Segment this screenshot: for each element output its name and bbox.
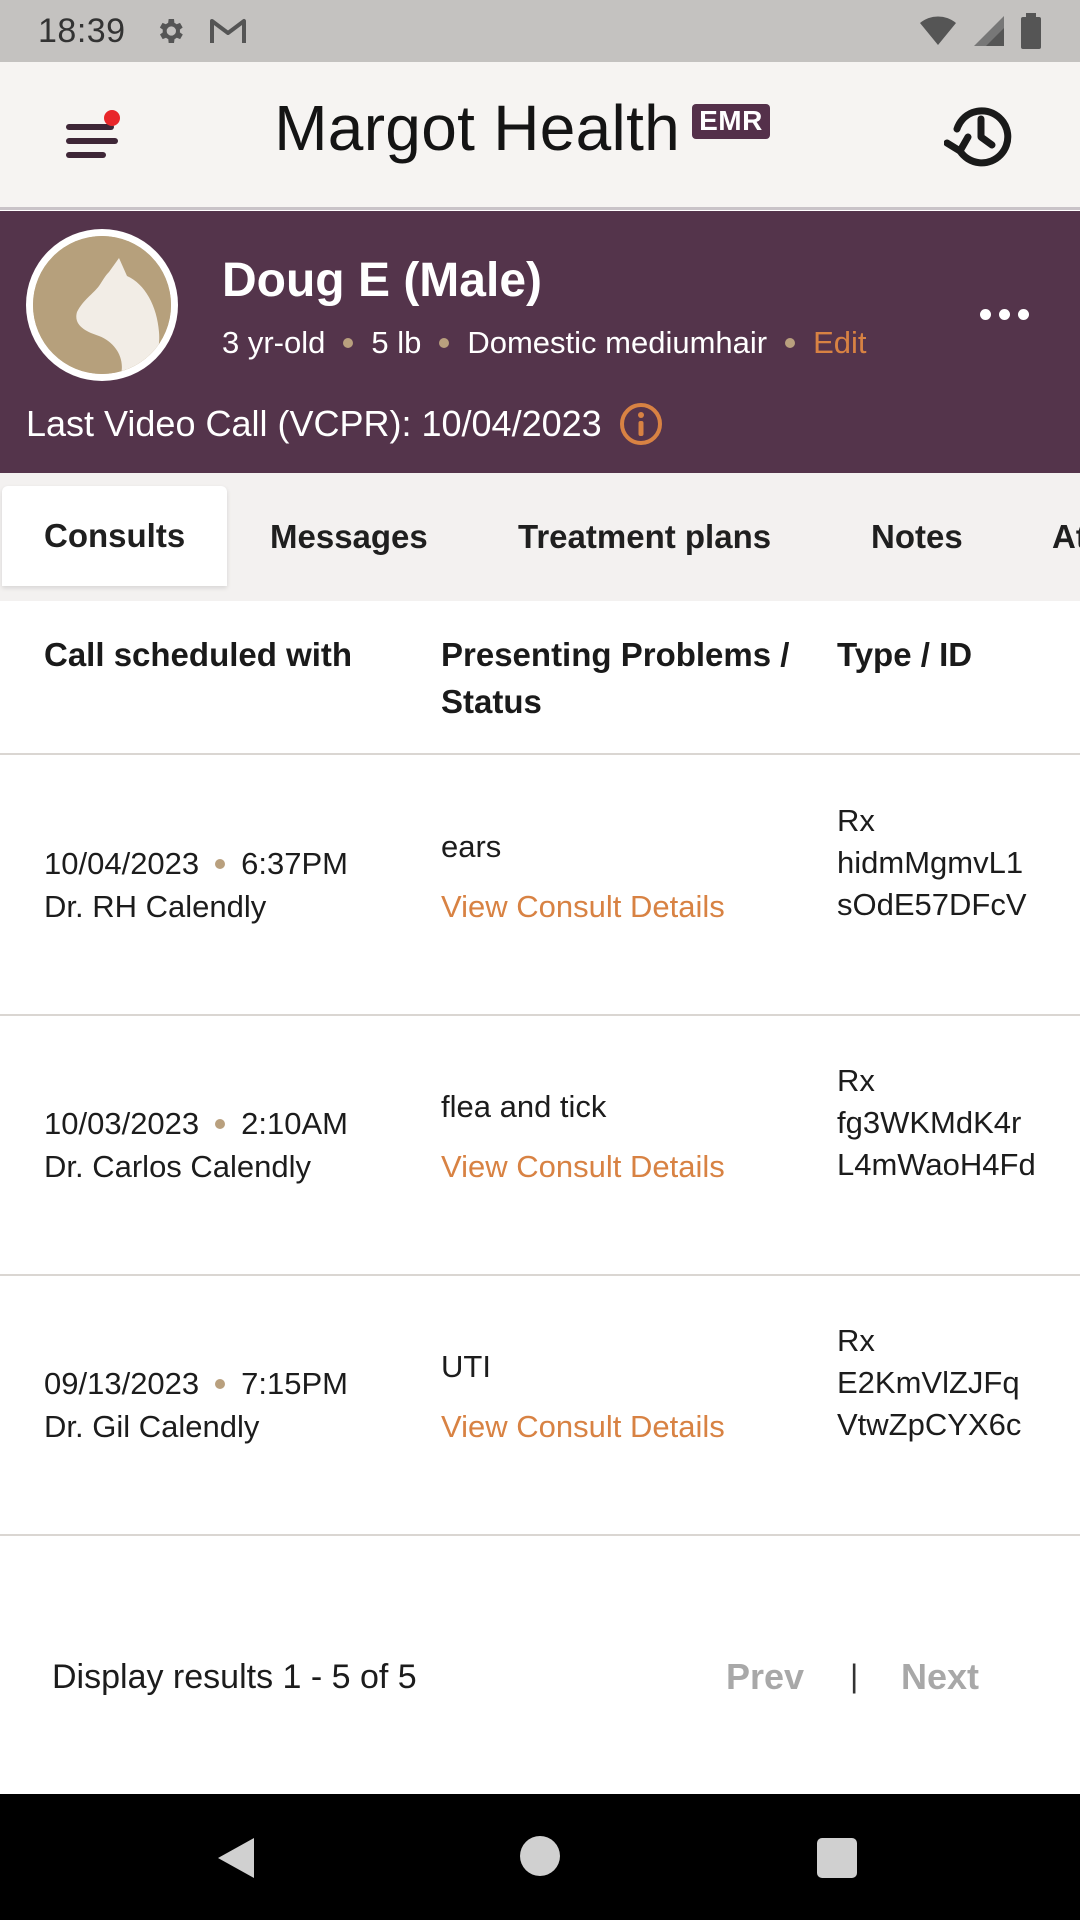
cell-type-id: Rx fg3WKMdK4rL4mWaoH4Fd: [837, 1060, 1037, 1186]
consult-doctor: Dr. RH Calendly: [44, 889, 267, 924]
consult-date: 09/13/2023: [44, 1366, 200, 1401]
consult-type: Rx: [837, 803, 875, 838]
pagination-separator: |: [850, 1658, 859, 1694]
prev-button[interactable]: Prev: [726, 1656, 804, 1698]
app-header: Margot Health EMR: [0, 62, 1080, 210]
cell-problem: flea and tick View Consult Details: [441, 1085, 725, 1188]
status-time: 18:39: [38, 11, 126, 50]
consult-id: E2KmVlZJFqVtwZpCYX6c: [837, 1365, 1022, 1442]
history-button[interactable]: [943, 99, 1018, 173]
consult-id: hidmMgmvL1sOdE57DFcV: [837, 845, 1027, 922]
signal-icon: [974, 16, 1004, 46]
separator-dot: [343, 338, 354, 348]
results-count: Display results 1 - 5 of 5: [52, 1658, 417, 1696]
more-icon: [980, 309, 991, 320]
gmail-icon: [209, 19, 246, 43]
table-header: Call scheduled with Presenting Problems …: [0, 601, 1080, 755]
home-icon[interactable]: [520, 1836, 560, 1876]
consult-doctor: Dr. Carlos Calendly: [44, 1149, 312, 1184]
cell-problem: UTI View Consult Details: [441, 1345, 725, 1448]
patient-breed: Domestic mediumhair: [467, 325, 768, 360]
view-consult-details-link[interactable]: View Consult Details: [441, 1145, 725, 1188]
cell-scheduled: 10/03/2023 2:10AM Dr. Carlos Calendly: [44, 1102, 348, 1188]
separator-dot: [215, 1378, 226, 1389]
tab-messages[interactable]: Messages: [270, 473, 428, 601]
cell-scheduled: 10/04/2023 6:37PM Dr. RH Calendly: [44, 842, 348, 928]
next-button[interactable]: Next: [901, 1656, 979, 1698]
brand: Margot Health EMR: [0, 92, 1080, 166]
tab-bar: Consults Messages Treatment plans Notes …: [0, 473, 1080, 601]
header-presenting-problems: Presenting Problems / Status: [441, 631, 789, 725]
consult-type: Rx: [837, 1063, 875, 1098]
view-consult-details-link[interactable]: View Consult Details: [441, 1405, 725, 1448]
separator-dot: [215, 1118, 226, 1129]
wifi-icon: [920, 16, 956, 45]
header-call-scheduled: Call scheduled with: [44, 636, 353, 673]
header-type-id: Type / ID: [837, 636, 973, 673]
avatar: [26, 229, 178, 381]
settings-icon: [159, 19, 183, 43]
consult-date: 10/03/2023: [44, 1106, 200, 1141]
cat-avatar-icon: [33, 236, 171, 374]
patient-weight: 5 lb: [371, 325, 422, 360]
recent-apps-icon[interactable]: [817, 1838, 857, 1878]
emr-badge: EMR: [692, 104, 770, 139]
consult-date: 10/04/2023: [44, 846, 200, 881]
info-icon[interactable]: [618, 401, 664, 447]
table-row: 09/13/2023 7:15PM Dr. Gil Calendly UTI V…: [0, 1276, 1080, 1536]
consult-type: Rx: [837, 1323, 875, 1358]
system-nav-bar: [0, 1794, 1080, 1920]
brand-name: Margot Health: [274, 92, 681, 164]
presenting-problem: flea and tick: [441, 1089, 607, 1124]
consult-time: 7:15PM: [241, 1366, 348, 1401]
consult-doctor: Dr. Gil Calendly: [44, 1409, 260, 1444]
presenting-problem: ears: [441, 829, 502, 864]
cell-type-id: Rx E2KmVlZJFqVtwZpCYX6c: [837, 1320, 1037, 1446]
separator-dot: [785, 338, 796, 348]
pagination: Display results 1 - 5 of 5 Prev | Next: [0, 1640, 1080, 1720]
battery-icon: [1021, 13, 1041, 49]
tab-treatment-plans[interactable]: Treatment plans: [518, 473, 771, 601]
history-icon: [943, 107, 1012, 167]
cell-problem: ears View Consult Details: [441, 825, 725, 928]
cell-scheduled: 09/13/2023 7:15PM Dr. Gil Calendly: [44, 1362, 348, 1448]
tab-consults[interactable]: Consults: [2, 486, 228, 586]
separator-dot: [215, 858, 226, 869]
back-icon[interactable]: [216, 1836, 256, 1880]
consult-time: 2:10AM: [241, 1106, 348, 1141]
presenting-problem: UTI: [441, 1349, 491, 1384]
table-row: 10/04/2023 6:37PM Dr. RH Calendly ears V…: [0, 756, 1080, 1016]
consult-time: 6:37PM: [241, 846, 348, 881]
header-problems-line2: Status: [441, 683, 542, 720]
tab-attachments[interactable]: At: [1052, 473, 1080, 601]
separator-dot: [439, 338, 450, 348]
cell-type-id: Rx hidmMgmvL1sOdE57DFcV: [837, 800, 1037, 926]
last-video-call: Last Video Call (VCPR): 10/04/2023: [26, 401, 664, 447]
more-options-button[interactable]: [980, 309, 1029, 320]
last-call-label: Last Video Call (VCPR): 10/04/2023: [26, 403, 602, 444]
view-consult-details-link[interactable]: View Consult Details: [441, 885, 725, 928]
consult-id: fg3WKMdK4rL4mWaoH4Fd: [837, 1105, 1036, 1182]
patient-name: Doug E (Male): [222, 254, 542, 307]
header-problems-line1: Presenting Problems /: [441, 636, 790, 673]
patient-banner: Doug E (Male) 3 yr-old 5 lb Domestic med…: [0, 211, 1080, 473]
patient-meta: 3 yr-old 5 lb Domestic mediumhair Edit: [222, 325, 867, 361]
status-bar: 18:39: [0, 0, 1080, 62]
edit-link[interactable]: Edit: [813, 325, 866, 361]
tab-notes[interactable]: Notes: [871, 473, 963, 601]
table-row: 10/03/2023 2:10AM Dr. Carlos Calendly fl…: [0, 1016, 1080, 1276]
patient-age: 3 yr-old: [222, 325, 326, 360]
